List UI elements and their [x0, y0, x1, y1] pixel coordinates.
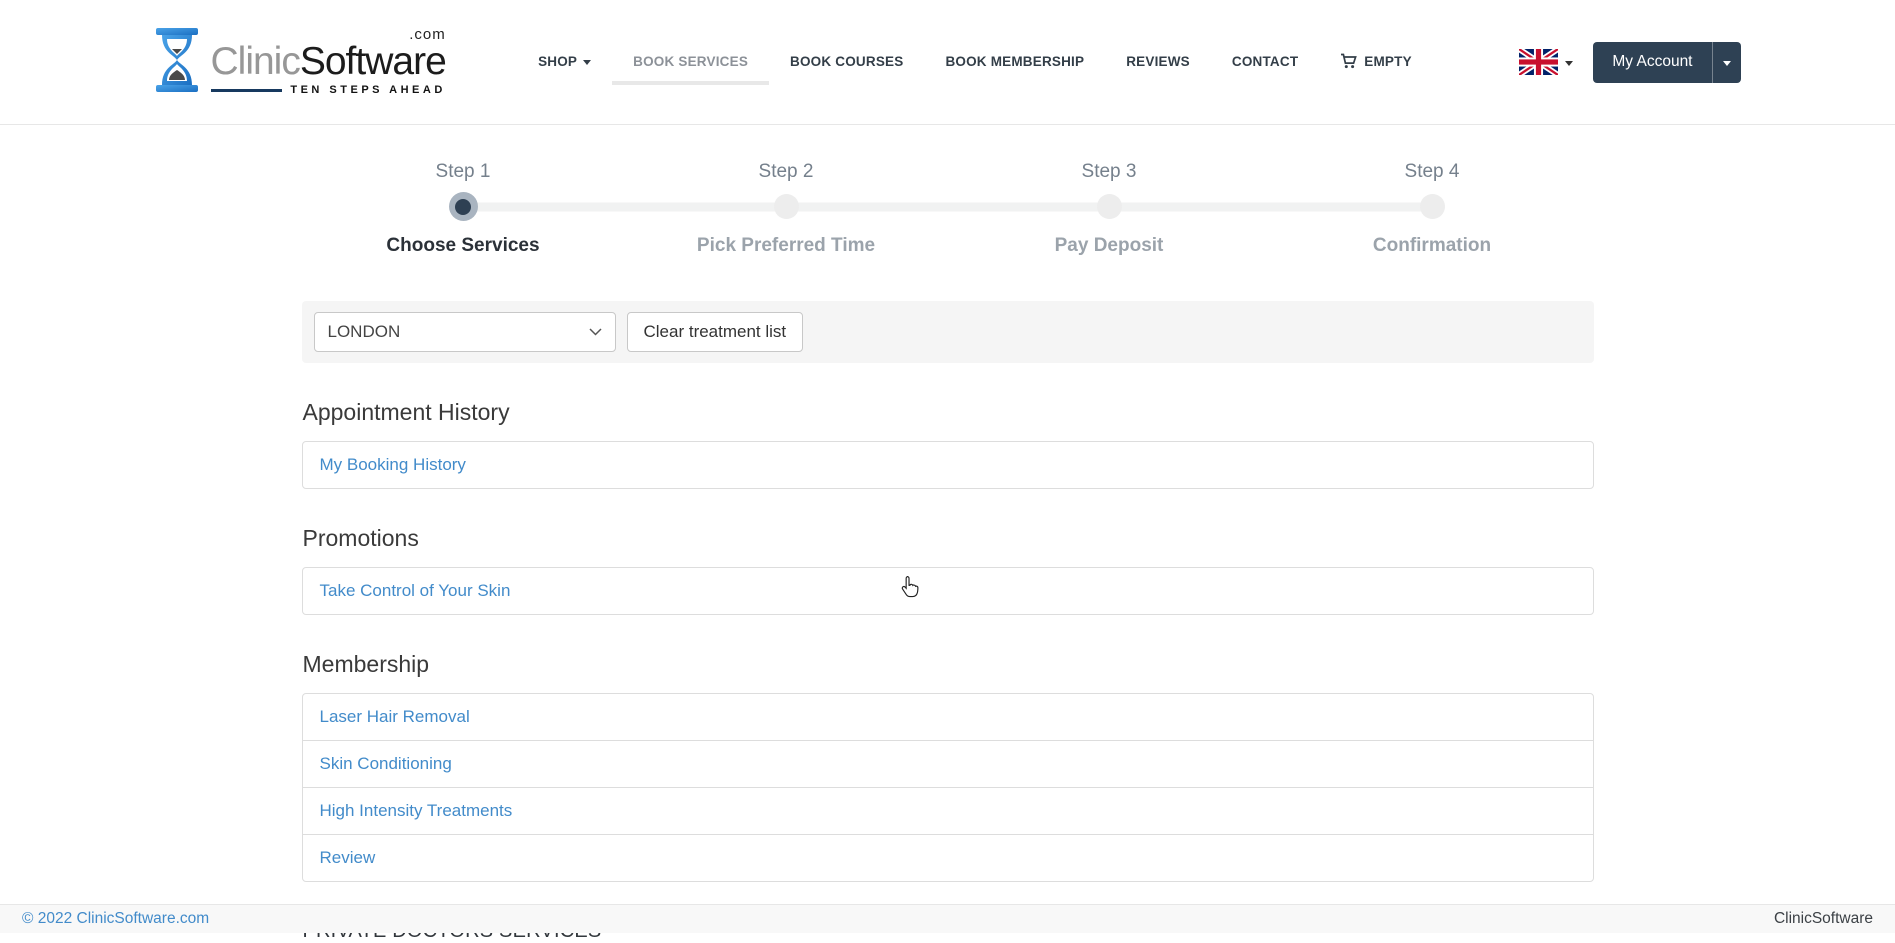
location-select-value: LONDON	[328, 322, 401, 342]
laser-hair-removal-link[interactable]: Laser Hair Removal	[320, 707, 470, 726]
logo-underline	[211, 89, 283, 92]
location-select[interactable]: LONDON	[314, 312, 616, 352]
clinicsoftware-logo[interactable]: .com ClinicSoftware TEN STEPS AHEAD	[155, 27, 455, 98]
nav-shop[interactable]: SHOP	[517, 40, 612, 85]
step-1-label: Choose Services	[302, 235, 625, 257]
appointment-history-list: My Booking History	[302, 441, 1594, 489]
chevron-down-icon	[589, 328, 602, 336]
step-4-indicator[interactable]	[1420, 194, 1445, 219]
logo-wordmark: ClinicSoftware	[211, 42, 446, 82]
high-intensity-treatments-link[interactable]: High Intensity Treatments	[320, 801, 513, 820]
location-toolbar: LONDON Clear treatment list	[302, 301, 1594, 363]
step-1-title: Step 1	[302, 161, 625, 183]
skin-conditioning-link[interactable]: Skin Conditioning	[320, 754, 452, 773]
hourglass-logo-icon	[155, 27, 201, 98]
nav-book-courses[interactable]: BOOK COURSES	[769, 40, 924, 85]
step-2-indicator[interactable]	[774, 194, 799, 219]
step-3-indicator[interactable]	[1097, 194, 1122, 219]
footer: © 2022 ClinicSoftware.com ClinicSoftware	[0, 904, 1895, 933]
section-heading-promotions: Promotions	[303, 525, 1594, 552]
list-item[interactable]: High Intensity Treatments	[303, 787, 1593, 834]
booking-step-progress: Step 1 Step 2 Step 3 Step 4 Choose Servi…	[302, 161, 1594, 257]
step-2-label: Pick Preferred Time	[625, 235, 948, 257]
chevron-down-icon	[1565, 61, 1573, 66]
clear-treatment-list-button[interactable]: Clear treatment list	[627, 312, 804, 352]
list-item[interactable]: Skin Conditioning	[303, 740, 1593, 787]
take-control-of-your-skin-link[interactable]: Take Control of Your Skin	[320, 581, 511, 600]
promotions-list: Take Control of Your Skin	[302, 567, 1594, 615]
section-heading-membership: Membership	[303, 651, 1594, 678]
my-account-split-button: My Account	[1593, 42, 1740, 83]
list-item[interactable]: Laser Hair Removal	[303, 694, 1593, 740]
my-account-button[interactable]: My Account	[1593, 42, 1711, 83]
section-heading-appointment-history: Appointment History	[303, 399, 1594, 426]
nav-contact[interactable]: CONTACT	[1211, 40, 1319, 85]
nav-book-services[interactable]: BOOK SERVICES	[612, 40, 769, 85]
nav-reviews[interactable]: REVIEWS	[1105, 40, 1211, 85]
nav-cart-empty[interactable]: EMPTY	[1319, 39, 1433, 85]
review-link[interactable]: Review	[320, 848, 376, 867]
language-selector[interactable]	[1519, 49, 1573, 75]
logo-tagline: TEN STEPS AHEAD	[290, 84, 445, 96]
list-item[interactable]: Take Control of Your Skin	[303, 568, 1593, 614]
list-item[interactable]: My Booking History	[303, 442, 1593, 488]
footer-copyright-link[interactable]: © 2022 ClinicSoftware.com	[22, 910, 209, 928]
step-4-label: Confirmation	[1271, 235, 1594, 257]
step-2-title: Step 2	[625, 161, 948, 183]
my-account-dropdown-toggle[interactable]	[1712, 42, 1741, 83]
my-booking-history-link[interactable]: My Booking History	[320, 455, 466, 474]
cart-icon	[1340, 53, 1358, 69]
step-3-label: Pay Deposit	[948, 235, 1271, 257]
main-nav: SHOP BOOK SERVICES BOOK COURSES BOOK MEM…	[455, 39, 1496, 85]
list-item[interactable]: Review	[303, 834, 1593, 881]
chevron-down-icon	[583, 60, 591, 65]
chevron-down-icon	[1723, 61, 1731, 66]
step-3-title: Step 3	[948, 161, 1271, 183]
footer-brand-text: ClinicSoftware	[1774, 910, 1873, 928]
header: .com ClinicSoftware TEN STEPS AHEAD SHOP…	[0, 0, 1895, 125]
step-1-indicator-active[interactable]	[449, 192, 478, 221]
membership-list: Laser Hair Removal Skin Conditioning Hig…	[302, 693, 1594, 882]
uk-flag-icon	[1519, 49, 1558, 75]
step-4-title: Step 4	[1271, 161, 1594, 183]
nav-book-membership[interactable]: BOOK MEMBERSHIP	[924, 40, 1105, 85]
